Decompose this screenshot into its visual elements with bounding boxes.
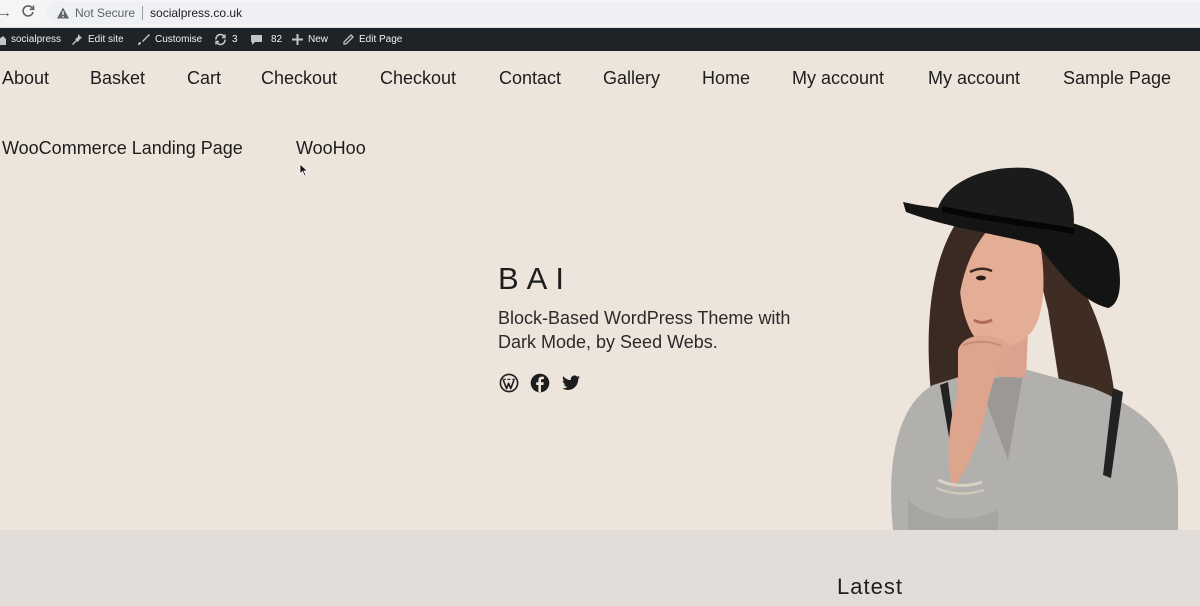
plus-icon <box>292 34 303 45</box>
pushpin-icon <box>72 34 82 45</box>
updates-icon <box>215 33 226 46</box>
warning-icon <box>57 7 69 19</box>
comment-icon <box>251 35 262 45</box>
address-bar[interactable]: Not Secure socialpress.co.uk <box>46 2 1200 24</box>
nav-item-about[interactable]: About <box>2 67 49 89</box>
site-tagline: Block-Based WordPress Theme with Dark Mo… <box>498 308 791 352</box>
mouse-cursor-icon <box>299 163 309 177</box>
nav-item-home[interactable]: Home <box>702 67 750 89</box>
wordpress-icon[interactable] <box>499 373 519 393</box>
twitter-icon[interactable] <box>561 373 581 393</box>
facebook-icon[interactable] <box>530 373 550 393</box>
nav-item-gallery[interactable]: Gallery <box>603 67 660 89</box>
admin-customise[interactable]: Customise <box>137 28 202 51</box>
pencil-icon <box>343 33 354 45</box>
reload-icon[interactable] <box>21 4 35 22</box>
nav-item-my-account[interactable]: My account <box>792 67 884 89</box>
latest-section <box>0 530 1200 606</box>
site-title[interactable]: BAI <box>498 262 572 296</box>
nav-item-contact[interactable]: Contact <box>499 67 561 89</box>
nav-item-sample-page[interactable]: Sample Page <box>1063 67 1171 89</box>
url-text[interactable]: socialpress.co.uk <box>150 6 242 20</box>
nav-item-basket[interactable]: Basket <box>90 67 145 89</box>
divider <box>142 6 144 20</box>
latest-heading: Latest <box>837 574 903 599</box>
admin-edit-site[interactable]: Edit site <box>70 28 124 51</box>
nav-item-checkout[interactable]: Checkout <box>261 67 337 89</box>
nav-item-checkout-2[interactable]: Checkout <box>380 67 456 89</box>
admin-edit-page[interactable]: Edit Page <box>342 28 402 51</box>
security-label[interactable]: Not Secure <box>75 6 135 20</box>
nav-item-my-account-2[interactable]: My account <box>928 67 1020 89</box>
nav-item-cart[interactable]: Cart <box>187 67 221 89</box>
nav-item-woohoo[interactable]: WooHoo <box>296 137 366 159</box>
wp-admin-bar: socialpress Edit site Customise 3 82 New… <box>0 28 1200 51</box>
browser-toolbar: → Not Secure socialpress.co.uk <box>0 0 1200 28</box>
hero-portrait-image <box>891 167 1178 530</box>
forward-arrow-icon[interactable]: → <box>0 4 12 21</box>
admin-site-name[interactable]: socialpress <box>0 28 61 51</box>
admin-updates[interactable]: 3 <box>214 28 238 51</box>
home-icon <box>0 35 6 45</box>
nav-item-woocommerce-landing-page[interactable]: WooCommerce Landing Page <box>2 137 243 159</box>
brush-icon <box>138 34 150 45</box>
admin-comments[interactable]: 82 <box>250 28 282 51</box>
admin-new[interactable]: New <box>292 28 328 51</box>
